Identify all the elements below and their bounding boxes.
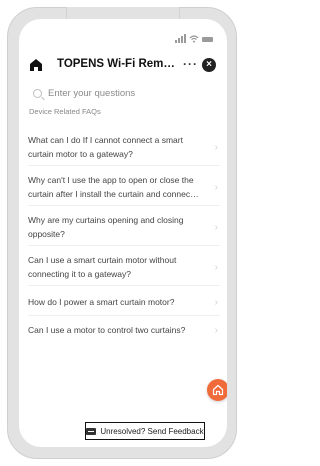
faq-question-line: Why can't I use the app to open or close… xyxy=(28,175,194,185)
divider xyxy=(28,165,220,166)
faq-question-line: Can I use a smart curtain motor without xyxy=(28,255,177,265)
more-options-icon[interactable]: ··· xyxy=(183,57,198,71)
faq-question-line: curtain after I install the curtain and … xyxy=(28,188,200,199)
faq-question-line: curtain motor to a gateway? xyxy=(28,148,133,159)
search-icon xyxy=(33,88,42,98)
chevron-right-icon: › xyxy=(214,325,218,336)
phone-frame: TOPENS Wi-Fi Remo... ··· × Device Relate… xyxy=(7,7,237,459)
app-screen: TOPENS Wi-Fi Remo... ··· × Device Relate… xyxy=(19,19,227,447)
message-icon xyxy=(86,427,97,435)
faq-item[interactable]: Why are my curtains opening and closing … xyxy=(28,214,220,241)
divider xyxy=(28,205,220,206)
faq-question-line: connecting it to a gateway? xyxy=(28,268,132,279)
close-icon[interactable]: × xyxy=(202,58,216,72)
divider xyxy=(28,285,220,286)
faq-question-line: opposite? xyxy=(28,228,65,239)
faq-item[interactable]: Can I use a motor to control two curtain… xyxy=(28,324,220,338)
chevron-right-icon: › xyxy=(214,297,218,308)
page-title: TOPENS Wi-Fi Remo... xyxy=(57,58,177,70)
faq-question-line: Why are my curtains opening and closing xyxy=(28,215,184,225)
home-outline-icon xyxy=(212,384,224,396)
faq-item[interactable]: Can I use a smart curtain motor without … xyxy=(28,254,220,281)
search-input[interactable] xyxy=(48,87,198,99)
divider xyxy=(28,315,220,316)
search-bar[interactable] xyxy=(33,86,215,100)
faq-item[interactable]: What can I do If I cannot connect a smar… xyxy=(28,134,220,161)
faq-item[interactable]: How do I power a smart curtain motor? › xyxy=(28,296,220,310)
wifi-icon xyxy=(189,35,199,43)
faq-question-line: How do I power a smart curtain motor? xyxy=(28,297,175,307)
faq-question-line: Can I use a motor to control two curtain… xyxy=(28,325,186,335)
chevron-right-icon: › xyxy=(214,142,218,153)
send-feedback-button[interactable]: Unresolved? Send Feedback xyxy=(85,422,205,440)
feedback-label: Unresolved? Send Feedback xyxy=(100,426,204,436)
chevron-right-icon: › xyxy=(214,262,218,273)
signal-icon xyxy=(175,34,186,43)
status-bar xyxy=(175,33,213,43)
divider xyxy=(28,245,220,246)
chevron-right-icon: › xyxy=(214,182,218,193)
section-label: Device Related FAQs xyxy=(29,107,101,116)
chevron-right-icon: › xyxy=(214,222,218,233)
faq-question-line: What can I do If I cannot connect a smar… xyxy=(28,135,183,145)
home-floating-button[interactable] xyxy=(207,379,227,401)
faq-item[interactable]: Why can't I use the app to open or close… xyxy=(28,174,220,201)
app-header: TOPENS Wi-Fi Remo... ··· × xyxy=(19,54,227,76)
home-icon[interactable] xyxy=(29,58,43,72)
battery-icon xyxy=(202,37,213,42)
